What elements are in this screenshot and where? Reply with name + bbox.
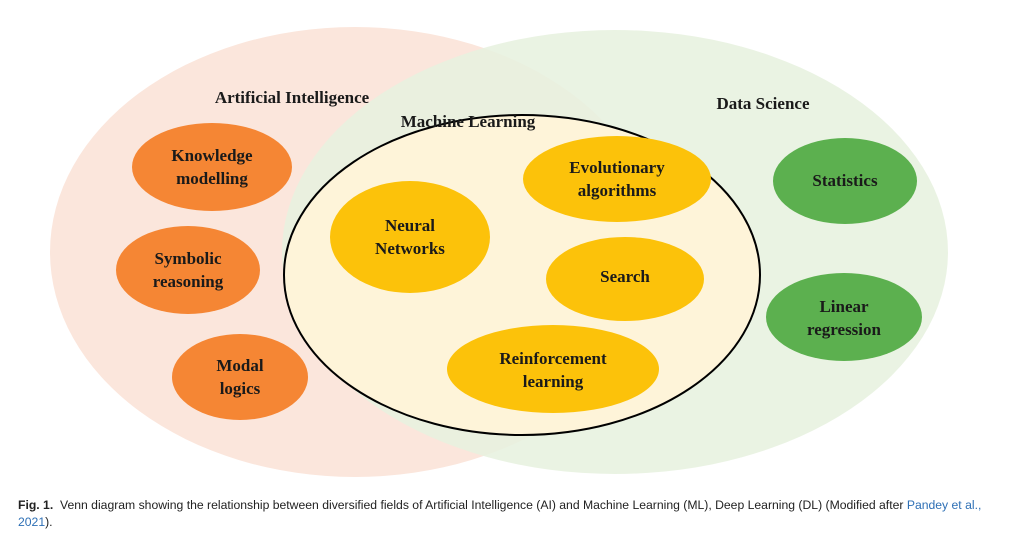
topic-search: Search [546, 237, 704, 321]
svg-text:Modal: Modal [216, 356, 264, 375]
figure-caption: Fig. 1. Venn diagram showing the relatio… [18, 497, 1013, 531]
svg-text:Neural: Neural [385, 216, 435, 235]
svg-text:Reinforcement: Reinforcement [499, 349, 607, 368]
topic-statistics: Statistics [773, 138, 917, 224]
svg-text:algorithms: algorithms [578, 181, 657, 200]
topic-symbolic-reasoning: Symbolic reasoning [116, 226, 260, 314]
svg-text:regression: regression [807, 320, 882, 339]
svg-text:Search: Search [600, 267, 650, 286]
topic-neural-networks: Neural Networks [330, 181, 490, 293]
svg-text:logics: logics [220, 379, 261, 398]
svg-text:Statistics: Statistics [812, 171, 878, 190]
ds-label: Data Science [716, 94, 809, 113]
ml-label: Machine Learning [401, 112, 536, 131]
topic-knowledge-modelling: Knowledge modelling [132, 123, 292, 211]
svg-text:Symbolic: Symbolic [154, 249, 222, 268]
topic-reinforcement-learning: Reinforcement learning [447, 325, 659, 413]
topic-linear-regression: Linear regression [766, 273, 922, 361]
svg-text:Networks: Networks [375, 239, 445, 258]
caption-label: Fig. 1. [18, 498, 54, 512]
venn-diagram: Artificial Intelligence Machine Learning… [50, 27, 948, 477]
caption-text: Venn diagram showing the relationship be… [60, 498, 907, 512]
svg-text:reasoning: reasoning [153, 272, 224, 291]
ai-label: Artificial Intelligence [215, 88, 370, 107]
svg-text:learning: learning [523, 372, 584, 391]
topic-evolutionary-algorithms: Evolutionary algorithms [523, 136, 711, 222]
topic-modal-logics: Modal logics [172, 334, 308, 420]
figure: Artificial Intelligence Machine Learning… [0, 0, 1024, 534]
caption-end: ). [45, 515, 53, 529]
svg-text:modelling: modelling [176, 169, 248, 188]
svg-text:Linear: Linear [819, 297, 869, 316]
svg-text:Knowledge: Knowledge [171, 146, 253, 165]
svg-text:Evolutionary: Evolutionary [569, 158, 665, 177]
